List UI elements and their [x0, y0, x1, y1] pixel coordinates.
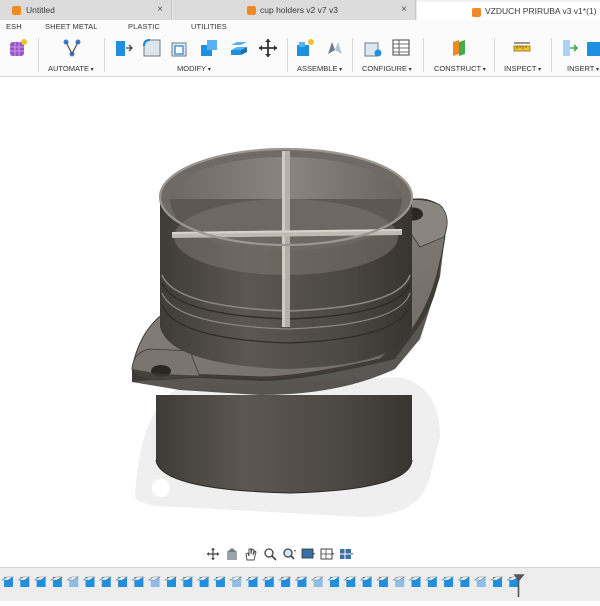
- workspace-tab-sheet-metal[interactable]: SHEET METAL: [45, 22, 98, 31]
- document-tab-cup-holders[interactable]: cup holders v2 v7 v3 ×: [173, 0, 416, 20]
- timeline-feature-icon[interactable]: [424, 576, 438, 587]
- grid-settings-icon[interactable]: [319, 547, 335, 561]
- timeline-feature-icon[interactable]: [261, 576, 275, 587]
- measure-icon[interactable]: [512, 38, 532, 58]
- new-component-icon[interactable]: [295, 38, 315, 58]
- timeline-feature-icon[interactable]: [196, 576, 210, 587]
- timeline-feature-icon[interactable]: [457, 576, 471, 587]
- tab-label: Untitled: [26, 5, 55, 15]
- zoom-icon[interactable]: [262, 547, 278, 561]
- timeline-feature-icon[interactable]: [359, 576, 373, 587]
- timeline-feature-icon[interactable]: [310, 576, 324, 587]
- fusion-document-icon: [247, 6, 256, 15]
- timeline-feature-icon[interactable]: [278, 576, 292, 587]
- timeline-feature-icon[interactable]: [343, 576, 357, 587]
- mesh-icon[interactable]: [8, 38, 28, 58]
- workspace-tab-mesh[interactable]: ESH: [6, 22, 22, 31]
- timeline-feature-icon[interactable]: [0, 576, 15, 587]
- timeline-feature-icon[interactable]: [245, 576, 259, 587]
- offset-face-icon[interactable]: [229, 38, 249, 58]
- workspace-tab-utilities[interactable]: UTILITIES: [191, 22, 227, 31]
- timeline-feature-icon[interactable]: [49, 576, 63, 587]
- timeline-feature-icon[interactable]: [98, 576, 112, 587]
- toolbar-divider: [352, 38, 353, 72]
- toolbar-divider: [287, 38, 288, 72]
- automate-icon[interactable]: [62, 38, 82, 58]
- zoom-window-icon[interactable]: [281, 547, 297, 561]
- insert-menu[interactable]: INSERT: [567, 64, 599, 73]
- canvas-viewport[interactable]: [0, 77, 600, 560]
- insert-mesh-icon[interactable]: [587, 38, 600, 58]
- timeline-feature-icon[interactable]: [441, 576, 455, 587]
- joint-icon[interactable]: [325, 38, 345, 58]
- timeline-feature-icon[interactable]: [375, 576, 389, 587]
- design-toolbar: ESH SHEET METAL PLASTIC UTILITIES AUTOMA…: [0, 20, 600, 77]
- timeline-feature-icon[interactable]: [326, 576, 341, 587]
- press-pull-icon[interactable]: [113, 38, 133, 58]
- viewports-icon[interactable]: [338, 547, 354, 561]
- tab-label: VZDUCH PRIRUBA v3 v1*(1): [485, 6, 597, 16]
- timeline-feature-icon[interactable]: [489, 576, 504, 587]
- timeline-feature-icon[interactable]: [163, 576, 178, 587]
- display-settings-icon[interactable]: [300, 547, 316, 561]
- insert-derive-icon[interactable]: [561, 38, 581, 58]
- inspect-menu[interactable]: INSPECT: [504, 64, 541, 73]
- toolbar-divider: [38, 38, 39, 72]
- fusion-document-icon: [472, 8, 481, 17]
- configure-icon[interactable]: [363, 38, 383, 58]
- automate-menu[interactable]: AUTOMATE: [48, 64, 94, 73]
- tab-label: cup holders v2 v7 v3: [260, 5, 338, 15]
- timeline-feature-icon[interactable]: [473, 576, 487, 587]
- timeline-feature-icon[interactable]: [66, 576, 80, 587]
- timeline-feature-icon[interactable]: [33, 576, 47, 587]
- shell-icon[interactable]: [170, 38, 190, 58]
- look-at-icon[interactable]: [224, 547, 240, 561]
- timeline-feature-icon[interactable]: [212, 576, 226, 587]
- fillet-icon[interactable]: [142, 38, 162, 58]
- navigation-bar: [205, 546, 369, 562]
- modify-menu[interactable]: MODIFY: [177, 64, 211, 73]
- timeline-feature-icon[interactable]: [82, 576, 96, 587]
- timeline-feature-icon[interactable]: [294, 576, 308, 587]
- document-tab-bar: Untitled × cup holders v2 v7 v3 × VZDUCH…: [0, 0, 600, 21]
- timeline-feature-icon[interactable]: [147, 576, 161, 587]
- close-icon[interactable]: ×: [157, 4, 163, 15]
- configuration-table-icon[interactable]: [391, 38, 411, 58]
- offset-plane-icon[interactable]: [449, 38, 469, 58]
- toolbar-divider: [104, 38, 105, 72]
- timeline-features: [0, 574, 525, 597]
- timeline-feature-icon[interactable]: [180, 576, 194, 587]
- fusion-document-icon: [12, 6, 21, 15]
- orbit-icon[interactable]: [205, 547, 221, 561]
- timeline-feature-icon[interactable]: [115, 576, 129, 587]
- timeline-feature-icon[interactable]: [229, 576, 243, 587]
- timeline-feature-icon[interactable]: [408, 576, 422, 587]
- toolbar-divider: [551, 38, 552, 72]
- timeline-feature-icon[interactable]: [17, 576, 31, 587]
- timeline-feature-icon[interactable]: [392, 576, 406, 587]
- toolbar-divider: [494, 38, 495, 72]
- workspace-tab-plastic[interactable]: PLASTIC: [128, 22, 160, 31]
- assemble-menu[interactable]: ASSEMBLE: [297, 64, 342, 73]
- pan-icon[interactable]: [243, 547, 259, 561]
- document-tab-untitled[interactable]: Untitled ×: [0, 0, 172, 20]
- construct-menu[interactable]: CONSTRUCT: [434, 64, 486, 73]
- model-render: [131, 147, 448, 517]
- toolbar-divider: [423, 38, 424, 72]
- document-tab-vzduch-priruba[interactable]: VZDUCH PRIRUBA v3 v1*(1): [417, 0, 600, 20]
- configure-menu[interactable]: CONFIGURE: [362, 64, 412, 73]
- design-timeline: [0, 567, 600, 601]
- timeline-feature-icon[interactable]: [506, 576, 520, 587]
- timeline-feature-icon[interactable]: [131, 576, 145, 587]
- close-icon[interactable]: ×: [401, 4, 407, 15]
- move-icon[interactable]: [258, 38, 278, 58]
- combine-icon[interactable]: [199, 38, 219, 58]
